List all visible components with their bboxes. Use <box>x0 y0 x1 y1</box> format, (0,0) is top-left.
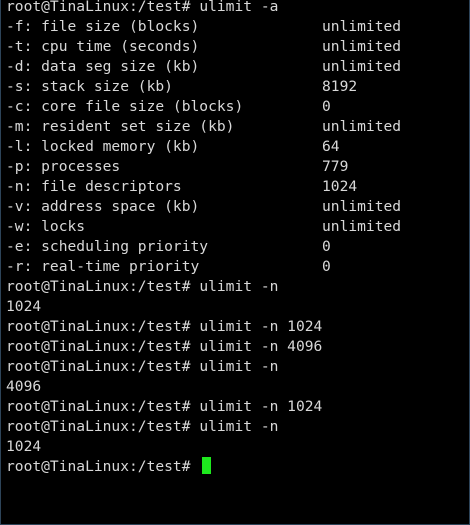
limit-row: -l: locked memory (kb) 64 <box>6 137 469 157</box>
limit-row: -d: data seg size (kb) unlimited <box>6 57 469 77</box>
command-text: ulimit -n <box>199 358 279 375</box>
command-text: ulimit -n <box>199 278 279 295</box>
limits-table: -f: file size (blocks) unlimited -t: cpu … <box>6 17 469 277</box>
command-text: ulimit -n <box>199 418 279 435</box>
shell-prompt: root@TinaLinux:/test# <box>6 318 191 335</box>
command-line: root@TinaLinux:/test# ulimit -a <box>6 0 469 17</box>
limit-value: 0 <box>322 238 331 255</box>
limit-row: -f: file size (blocks) unlimited <box>6 17 469 37</box>
limit-name: -r: real-time priority <box>6 258 200 275</box>
limit-value: 0 <box>322 258 331 275</box>
limit-name: -w: locks <box>6 218 86 235</box>
command-text: ulimit -a <box>199 0 279 15</box>
command-line: root@TinaLinux:/test# ulimit -n <box>6 277 469 297</box>
shell-prompt: root@TinaLinux:/test# <box>6 278 191 295</box>
limit-name: -m: resident set size (kb) <box>6 118 235 135</box>
shell-prompt: root@TinaLinux:/test# <box>6 0 191 15</box>
limit-value: unlimited <box>322 218 402 235</box>
shell-prompt: root@TinaLinux:/test# <box>6 418 191 435</box>
limit-value: 64 <box>322 138 340 155</box>
limit-name: -v: address space (kb) <box>6 198 200 215</box>
command-text: ulimit -n 1024 <box>199 398 323 415</box>
shell-prompt: root@TinaLinux:/test# <box>6 458 191 475</box>
limit-row: -v: address space (kb) unlimited <box>6 197 469 217</box>
limit-value: 0 <box>322 98 331 115</box>
command-line: root@TinaLinux:/test# ulimit -n <box>6 417 469 437</box>
command-output: 1024 <box>6 438 42 455</box>
command-line: root@TinaLinux:/test# ulimit -n <box>6 357 469 377</box>
limit-name: -l: locked memory (kb) <box>6 138 200 155</box>
command-line: root@TinaLinux:/test# ulimit -n 1024 <box>6 397 469 417</box>
shell-prompt: root@TinaLinux:/test# <box>6 358 191 375</box>
text-cursor[interactable] <box>202 457 212 474</box>
limit-name: -s: stack size (kb) <box>6 78 173 95</box>
limit-name: -t: cpu time (seconds) <box>6 38 200 55</box>
command-line: root@TinaLinux:/test# ulimit -n 4096 <box>6 337 469 357</box>
limit-value: unlimited <box>322 38 402 55</box>
shell-prompt: root@TinaLinux:/test# <box>6 398 191 415</box>
limit-row: -t: cpu time (seconds) unlimited <box>6 37 469 57</box>
limit-name: -p: processes <box>6 158 121 175</box>
limit-value: unlimited <box>322 198 402 215</box>
terminal-window[interactable]: root@TinaLinux:/test# ulimit -a -f: file… <box>0 0 470 525</box>
limit-name: -e: scheduling priority <box>6 238 209 255</box>
limit-row: -s: stack size (kb) 8192 <box>6 77 469 97</box>
limit-value: unlimited <box>322 118 402 135</box>
limit-value: 8192 <box>322 78 358 95</box>
command-output: 4096 <box>6 378 42 395</box>
limit-row: -c: core file size (blocks) 0 <box>6 97 469 117</box>
limit-row: -n: file descriptors 1024 <box>6 177 469 197</box>
limit-value: unlimited <box>322 58 402 75</box>
limit-row: -w: locks unlimited <box>6 217 469 237</box>
active-prompt-line[interactable]: root@TinaLinux:/test# <box>6 457 469 477</box>
limit-value: 1024 <box>322 178 358 195</box>
limit-row: -m: resident set size (kb) unlimited <box>6 117 469 137</box>
limit-name: -d: data seg size (kb) <box>6 58 200 75</box>
command-line: root@TinaLinux:/test# ulimit -n 1024 <box>6 317 469 337</box>
limit-name: -c: core file size (blocks) <box>6 98 244 115</box>
terminal-output: root@TinaLinux:/test# ulimit -a -f: file… <box>6 0 469 477</box>
limit-value: unlimited <box>322 18 402 35</box>
limit-value: 779 <box>322 158 349 175</box>
shell-prompt: root@TinaLinux:/test# <box>6 338 191 355</box>
limit-row: -e: scheduling priority 0 <box>6 237 469 257</box>
limit-row: -p: processes 779 <box>6 157 469 177</box>
limit-row: -r: real-time priority 0 <box>6 257 469 277</box>
command-text: ulimit -n 4096 <box>199 338 323 355</box>
limit-name: -n: file descriptors <box>6 178 182 195</box>
command-text: ulimit -n 1024 <box>199 318 323 335</box>
limit-name: -f: file size (blocks) <box>6 18 200 35</box>
command-output: 1024 <box>6 298 42 315</box>
